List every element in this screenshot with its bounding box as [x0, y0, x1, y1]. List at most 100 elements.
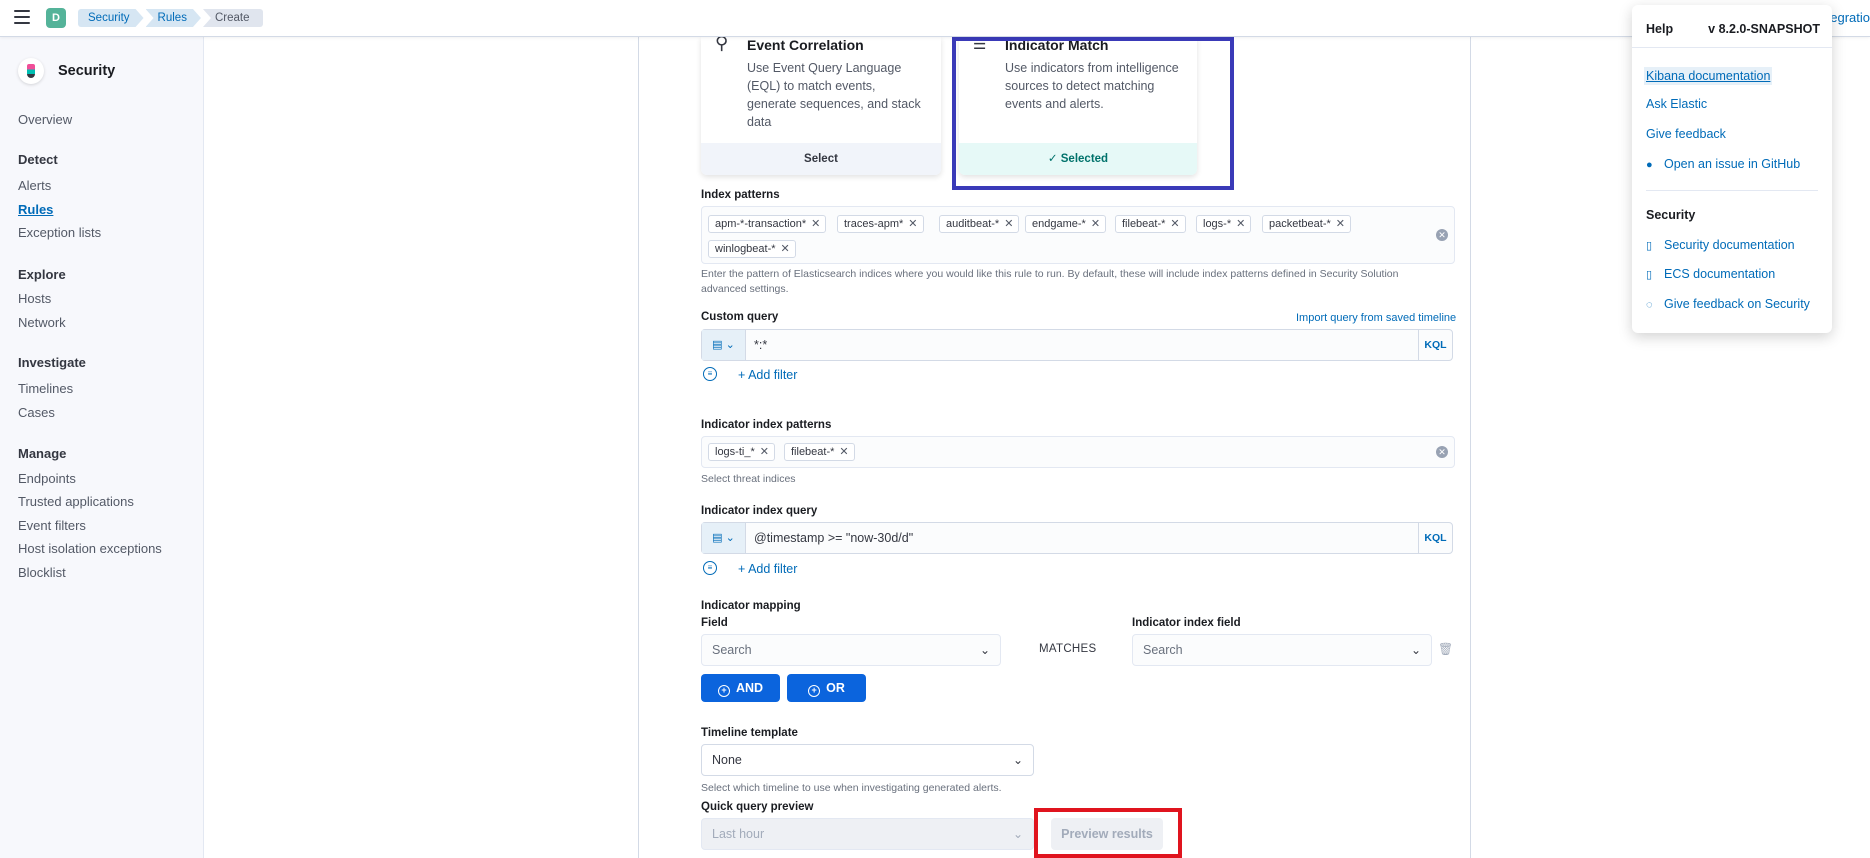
github-icon: ● [1646, 159, 1653, 171]
space-avatar[interactable]: D [46, 8, 66, 28]
rule-type-card-eql[interactable]: ⚲ Event Correlation Use Event Query Lang… [701, 37, 941, 175]
disk-icon: ▤ [712, 532, 723, 544]
card-title: Event Correlation [747, 37, 864, 53]
highlight-box-blue [952, 37, 1234, 190]
sidebar-item-overview[interactable]: Overview [18, 112, 72, 127]
sidebar-section-investigate: Investigate [18, 355, 86, 370]
security-feedback-link[interactable]: ◌ Give feedback on Security [1646, 297, 1810, 311]
custom-query-bar: ▤ ⌄ *:* KQL [701, 329, 1453, 361]
query-language-button[interactable]: KQL [1418, 523, 1452, 553]
remove-icon[interactable]: ✕ [1004, 218, 1013, 230]
integrations-link[interactable]: egratio [1830, 10, 1870, 25]
give-feedback-link[interactable]: Give feedback [1646, 127, 1726, 141]
remove-icon[interactable]: ✕ [839, 446, 848, 458]
timeline-template-select[interactable]: None ⌄ [701, 744, 1034, 776]
quick-query-preview-label: Quick query preview [701, 801, 814, 813]
index-patterns-label: Index patterns [701, 189, 780, 201]
custom-query-label: Custom query [701, 311, 779, 323]
sidebar-item-exception-lists[interactable]: Exception lists [18, 225, 101, 240]
index-patterns-combobox[interactable]: apm-*-transaction* ✕ traces-apm* ✕ auditbe… [701, 206, 1455, 264]
filter-options-icon[interactable]: ≡ [703, 367, 717, 381]
sidebar-section-detect: Detect [18, 152, 58, 167]
breadcrumb-security[interactable]: Security [78, 9, 144, 27]
sidebar-item-timelines[interactable]: Timelines [18, 381, 73, 396]
mapping-index-field-select[interactable]: Search ⌄ [1132, 634, 1432, 666]
sidebar-section-manage: Manage [18, 446, 67, 461]
ask-elastic-link[interactable]: Ask Elastic [1646, 97, 1707, 111]
remove-icon[interactable]: ✕ [811, 218, 820, 230]
sidebar-item-host-isolation-exceptions[interactable]: Host isolation exceptions [18, 541, 162, 556]
highlight-box-red [1034, 808, 1182, 858]
kibana-documentation-link[interactable]: Kibana documentation [1644, 67, 1773, 85]
matches-label: MATCHES [1039, 643, 1097, 655]
clear-icon[interactable]: ✕ [1436, 229, 1448, 241]
add-filter-button[interactable]: + Add filter [738, 368, 797, 382]
clear-icon[interactable]: ✕ [1436, 446, 1448, 458]
sidebar: Security Overview Detect Alerts Rules Ex… [0, 37, 204, 858]
add-filter-button[interactable]: + Add filter [738, 562, 797, 576]
index-pattern-pill: winlogbeat-* ✕ [708, 240, 796, 258]
security-documentation-link[interactable]: ▯ Security documentation [1646, 238, 1795, 252]
sidebar-item-alerts[interactable]: Alerts [18, 178, 51, 193]
sidebar-item-blocklist[interactable]: Blocklist [18, 565, 66, 580]
sidebar-item-rules[interactable]: Rules [18, 202, 53, 217]
remove-icon[interactable]: ✕ [1336, 218, 1345, 230]
and-button[interactable]: + AND [701, 674, 780, 702]
import-query-link[interactable]: Import query from saved timeline [1296, 312, 1456, 324]
sidebar-title: Security [58, 63, 116, 79]
sidebar-item-cases[interactable]: Cases [18, 405, 55, 420]
saved-query-button[interactable]: ▤ ⌄ [702, 523, 746, 553]
breadcrumb-rules[interactable]: Rules [146, 9, 201, 27]
chevron-down-icon: ⌄ [1012, 827, 1023, 841]
remove-icon[interactable]: ✕ [1091, 218, 1100, 230]
sidebar-item-trusted-applications[interactable]: Trusted applications [18, 494, 134, 509]
divider [1646, 190, 1818, 191]
sidebar-item-event-filters[interactable]: Event filters [18, 518, 86, 533]
indicator-pattern-pill: filebeat-* ✕ [784, 443, 855, 461]
divider [1632, 47, 1832, 48]
index-pattern-pill: apm-*-transaction* ✕ [708, 215, 827, 233]
remove-icon[interactable]: ✕ [781, 243, 790, 255]
indicator-index-patterns-help: Select threat indices [701, 473, 796, 485]
menu-icon[interactable] [14, 10, 30, 24]
ecs-documentation-link[interactable]: ▯ ECS documentation [1646, 267, 1775, 281]
preview-range-select[interactable]: Last hour ⌄ [701, 818, 1034, 850]
query-language-button[interactable]: KQL [1418, 330, 1452, 360]
filter-options-icon[interactable]: ≡ [703, 561, 717, 575]
plus-icon: + [717, 685, 730, 697]
sidebar-item-network[interactable]: Network [18, 315, 66, 330]
index-pattern-pill: auditbeat-* ✕ [939, 215, 1020, 233]
indicator-query-bar: ▤ ⌄ @timestamp >= "now-30d/d" KQL [701, 522, 1453, 554]
top-header: D Security Rules Create egratio [0, 0, 1870, 37]
github-issue-link[interactable]: ● Open an issue in GitHub [1646, 157, 1800, 171]
remove-icon[interactable]: ✕ [1236, 218, 1245, 230]
or-button[interactable]: + OR [787, 674, 866, 702]
trash-icon[interactable]: 🗑 [1438, 642, 1453, 656]
remove-icon[interactable]: ✕ [760, 446, 769, 458]
sidebar-header: Security [18, 58, 115, 84]
security-section-title: Security [1646, 208, 1696, 222]
index-pattern-pill: packetbeat-* ✕ [1262, 215, 1351, 233]
select-button[interactable]: Select [701, 143, 941, 175]
sidebar-item-endpoints[interactable]: Endpoints [18, 471, 76, 486]
saved-query-button[interactable]: ▤ ⌄ [702, 330, 746, 360]
chevron-down-icon: ⌄ [1410, 643, 1421, 657]
chevron-down-icon: ⌄ [725, 532, 735, 544]
card-description: Use Event Query Language (EQL) to match … [747, 61, 921, 129]
index-pattern-pill: logs-* ✕ [1196, 215, 1252, 233]
breadcrumb-create: Create [202, 9, 264, 27]
remove-icon[interactable]: ✕ [908, 218, 917, 230]
sidebar-item-hosts[interactable]: Hosts [18, 291, 51, 306]
custom-query-input[interactable]: *:* [754, 330, 767, 360]
mapping-field-select[interactable]: Search ⌄ [701, 634, 1001, 666]
field-label: Field [701, 617, 728, 629]
remove-icon[interactable]: ✕ [1170, 218, 1179, 230]
chevron-down-icon: ⌄ [979, 643, 990, 657]
indicator-index-patterns-combobox[interactable]: logs-ti_* ✕ filebeat-* ✕ ✕ [701, 436, 1455, 468]
chevron-down-icon: ⌄ [725, 339, 735, 351]
plus-icon: + [808, 685, 821, 697]
indicator-query-input[interactable]: @timestamp >= "now-30d/d" [754, 523, 913, 553]
magnify-icon: ⚲ [715, 37, 729, 53]
index-pattern-pill: endgame-* ✕ [1025, 215, 1107, 233]
sidebar-section-explore: Explore [18, 267, 66, 282]
